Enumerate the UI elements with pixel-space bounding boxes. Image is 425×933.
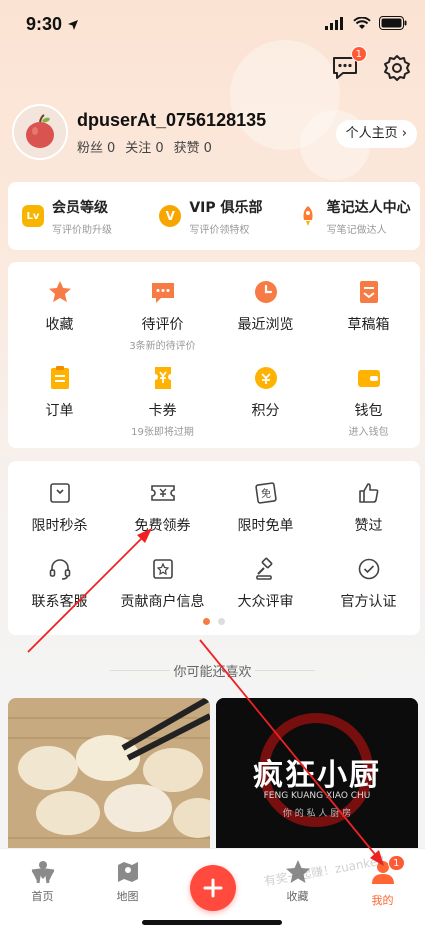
apple-avatar-icon	[26, 114, 54, 148]
free-coupon-entry[interactable]: 免费领券	[111, 479, 214, 555]
svg-text:免: 免	[261, 487, 271, 500]
wallet-entry[interactable]: 钱包 进入钱包	[317, 364, 420, 450]
username: dpuserAt_0756128135	[77, 110, 267, 130]
restaurant-caption: 你 的 私 人 厨 房	[282, 809, 352, 819]
pending-review-entry[interactable]: 待评价 3条新的待评价	[111, 278, 214, 364]
fans-stat[interactable]: 粉丝 0	[77, 137, 115, 156]
recent-browse-entry[interactable]: 最近浏览	[214, 278, 317, 364]
home-icon	[31, 861, 54, 884]
free-order-entry[interactable]: 免 限时免单	[214, 479, 317, 555]
orders-entry[interactable]: 订单	[8, 364, 111, 450]
homepage-button[interactable]: 个人主页 ›	[335, 120, 417, 148]
message-button[interactable]: 1	[329, 46, 367, 84]
home-indicator	[142, 920, 282, 925]
comment-icon	[149, 278, 177, 306]
note-center-item[interactable]: 笔记达人中心 写笔记做达人	[283, 197, 420, 236]
flash-sale-entry[interactable]: 限时秒杀	[8, 479, 111, 555]
follow-stat[interactable]: 关注 0	[125, 137, 163, 156]
points-entry[interactable]: 积分	[214, 364, 317, 450]
message-badge: 1	[350, 46, 367, 62]
thumbs-up-icon	[355, 479, 383, 507]
feed-card-restaurant[interactable]: 疯狂小厨 FENG KUANG XIAO CHU 你 的 私 人 厨 房	[216, 698, 418, 848]
avatar[interactable]	[12, 104, 68, 160]
status-icons	[325, 16, 407, 30]
wifi-icon	[353, 16, 371, 29]
clock-icon	[252, 278, 280, 306]
vip-club-item[interactable]: V VIP 俱乐部 写评价领特权	[145, 197, 282, 236]
me-badge: 1	[388, 855, 405, 871]
page-dot-active	[203, 618, 210, 625]
tab-home[interactable]: 首页	[0, 849, 85, 933]
flash-sale-icon	[46, 479, 74, 507]
settings-button[interactable]	[381, 52, 413, 84]
rocket-icon	[296, 205, 319, 227]
draft-icon	[355, 278, 383, 306]
signal-icon	[325, 16, 343, 30]
vip-icon: V	[159, 205, 182, 227]
liked-entry[interactable]: 赞过	[317, 479, 420, 555]
points-icon	[252, 364, 280, 392]
headset-icon	[46, 555, 74, 583]
location-arrow-icon	[68, 20, 79, 31]
gear-icon	[384, 55, 410, 81]
order-icon	[46, 364, 74, 392]
level-icon: Lv	[22, 205, 44, 227]
dumplings-image	[8, 698, 210, 848]
page-indicator	[8, 618, 420, 625]
status-bar: 9:30	[0, 0, 425, 50]
free-order-icon: 免	[252, 479, 280, 507]
wallet-icon	[355, 364, 383, 392]
battery-icon	[379, 16, 407, 30]
shop-info-icon	[149, 555, 177, 583]
coupons-entry[interactable]: 卡券 19张即将过期	[111, 364, 214, 450]
restaurant-subtitle: FENG KUANG XIAO CHU	[263, 791, 371, 801]
plus-icon	[203, 878, 222, 898]
recommend-title: 你可能还喜欢	[0, 661, 425, 680]
drafts-entry[interactable]: 草稿箱	[317, 278, 420, 364]
coupon-icon	[149, 364, 177, 392]
star-icon	[46, 278, 74, 306]
plus-button[interactable]	[189, 865, 236, 911]
more-services-grid: 限时秒杀 免费领券 免 限时免单 赞过 联系客服 贡献商户信息 大众评审 官方认…	[8, 461, 420, 635]
page-dot	[218, 618, 225, 625]
membership-card: Lv 会员等级 写评价助升级 V VIP 俱乐部 写评价领特权 笔记达人中心 写…	[8, 182, 420, 250]
gavel-icon	[252, 555, 280, 583]
status-time: 9:30	[26, 14, 79, 35]
verified-icon	[355, 555, 383, 583]
map-icon	[117, 862, 138, 882]
my-services-grid: 收藏 待评价 3条新的待评价 最近浏览 草稿箱 订单 卡券 19张即将过期 积分…	[8, 262, 420, 448]
feed-card-dumplings[interactable]	[8, 698, 210, 848]
profile-stats: 粉丝 0 关注 0 获赞 0	[77, 137, 212, 156]
member-level-item[interactable]: Lv 会员等级 写评价助升级	[8, 197, 145, 236]
header-actions: 1	[329, 46, 413, 84]
likes-stat[interactable]: 获赞 0	[174, 137, 212, 156]
restaurant-title: 疯狂小厨	[253, 758, 381, 793]
free-coupon-icon	[149, 479, 177, 507]
favorites-entry[interactable]: 收藏	[8, 278, 111, 364]
